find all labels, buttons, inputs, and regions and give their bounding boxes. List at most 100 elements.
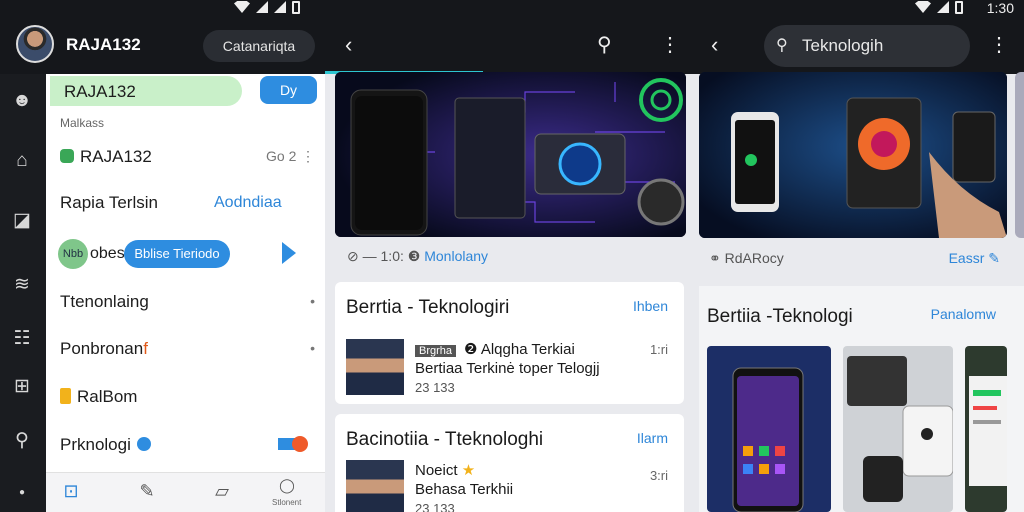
navigation-drawer: RAJA132 Dy Malkass RAJA132 Go 2 ⋮ Rapia …	[46, 74, 325, 512]
card-line2: Behasa Terkhii	[415, 481, 514, 498]
news-card[interactable]: Bacinotiia - Tteknologhi Ilarm Noeict ★ …	[335, 414, 684, 512]
wifi-icon	[234, 1, 250, 13]
category-pill[interactable]: Catanariqta	[203, 30, 315, 62]
hero-source-link[interactable]: Eassr ✎	[949, 250, 1000, 267]
avatar[interactable]	[16, 25, 54, 63]
right-top-bar: 1:30 ‹ ⚲ Teknologih ⋮	[697, 0, 1024, 74]
edit-icon[interactable]: ◪	[11, 210, 33, 232]
card-title: Berrtia - Teknologiri	[346, 297, 510, 318]
drawer-header-button[interactable]: Dy	[260, 76, 317, 104]
more-icon[interactable]: ⋮	[301, 148, 315, 165]
toggle-icon[interactable]	[278, 436, 310, 452]
left-top-bar: RAJA132 Catanariqta	[0, 0, 325, 74]
search-icon[interactable]: ⚲	[11, 430, 33, 452]
signal-icon	[256, 1, 268, 13]
card-tag: Brgrha	[415, 345, 457, 357]
card-thumbnail	[346, 460, 404, 512]
verified-icon	[136, 437, 151, 451]
compose-icon[interactable]: ⊡	[58, 481, 84, 503]
card-link[interactable]: Panalomw	[931, 306, 996, 322]
clock: 1:30	[986, 0, 1014, 16]
card-thumbnail[interactable]	[707, 346, 831, 512]
drawer-item-account[interactable]: RAJA132	[60, 147, 152, 167]
more-icon[interactable]: •	[310, 293, 315, 309]
drawer-item-ralbom[interactable]: RalBom	[60, 387, 137, 407]
battery-icon	[292, 0, 300, 14]
more-icon[interactable]: ⋮	[989, 32, 1009, 57]
search-input[interactable]: ⚲ Teknologih	[764, 25, 970, 67]
hero-image[interactable]	[699, 72, 1007, 238]
card-time: 3:ri	[649, 468, 668, 483]
account-count: Go 2	[266, 148, 297, 164]
pen-icon[interactable]: ✎	[134, 481, 160, 503]
hero-meta: ⚭ RdARocy	[709, 250, 784, 266]
info-icon: ❷	[464, 341, 481, 358]
globe-icon: ❸	[407, 248, 425, 264]
home-icon[interactable]: ⌂	[11, 150, 33, 172]
hero-illustration	[699, 72, 1007, 238]
chat-icon[interactable]: ◯	[274, 477, 300, 499]
battery-icon	[955, 0, 963, 14]
search-icon[interactable]: ⚲	[597, 32, 612, 57]
subscribe-avatar: Nbb	[58, 239, 88, 269]
more-icon[interactable]: ⋮	[660, 32, 680, 57]
card-line1: Noeict ★	[415, 462, 476, 479]
hero-illustration	[335, 72, 686, 237]
card-thumbnail[interactable]	[965, 346, 1007, 512]
drawer-header[interactable]: RAJA132	[50, 76, 242, 106]
card-link[interactable]: Ihben	[633, 298, 668, 314]
card-thumbnail[interactable]	[843, 346, 953, 512]
list-icon[interactable]: ☷	[11, 328, 33, 350]
hero-image-next[interactable]	[1015, 72, 1024, 238]
document-image	[965, 346, 1007, 512]
emoji-icon[interactable]: ☻	[11, 90, 33, 112]
subscribe-label: obes	[90, 245, 125, 262]
account-icon	[60, 149, 74, 163]
drawer-item-prknologi[interactable]: Prknologi	[60, 435, 151, 455]
hero-meta: ⊘ — 1:0: ❸ Monlolany	[347, 248, 489, 264]
card-link[interactable]: Ilarm	[637, 430, 668, 446]
signal-icon	[274, 1, 286, 13]
back-icon[interactable]: ‹	[711, 32, 718, 58]
phone-image	[707, 346, 831, 512]
more-icon[interactable]: •	[310, 340, 315, 356]
grid-icon[interactable]: ⊞	[11, 376, 33, 398]
card-time: 1:ri	[649, 342, 668, 357]
username: RAJA132	[66, 35, 141, 54]
news-card[interactable]: Berrtia - Teknologiri Ihben Brgrha ❷ Alqg…	[335, 282, 684, 404]
back-icon[interactable]: ‹	[345, 32, 352, 58]
middle-top-bar: ‹ ⚲ ⋮	[325, 0, 697, 74]
drawer-item-tech[interactable]: Ttenonlaing	[60, 292, 149, 312]
card-thumbnail	[346, 339, 404, 395]
bookmark-icon	[60, 388, 71, 404]
layers-icon[interactable]: ≋	[11, 274, 33, 296]
star-icon: ★	[457, 462, 476, 479]
link-icon: ⚭	[709, 250, 725, 266]
card-title: Bacinotiia - Tteknologhi	[346, 429, 544, 450]
right-panel: 1:30 ‹ ⚲ Teknologih ⋮ ⚭ RdARocy Eassr ✎ …	[697, 0, 1024, 512]
drawer-item-latest[interactable]: Rapia Terlsin	[60, 193, 158, 213]
news-card[interactable]: Bertiia -Teknologi Panalomw	[699, 286, 1024, 512]
left-panel: RAJA132 Catanariqta ☻ ⌂ ◪ ≋ ☷ ⊞ ⚲ ● RAJA…	[0, 0, 325, 512]
card-line3: 23 133	[415, 501, 455, 512]
wifi-icon	[915, 1, 931, 13]
signal-icon	[937, 1, 949, 13]
card-line1: Brgrha ❷ Alqgha Terkiai	[415, 340, 575, 358]
nav-label: Stlonent	[272, 498, 302, 507]
card-title: Bertiia -Teknologi	[707, 306, 853, 327]
pen-icon: ✎	[984, 250, 1000, 266]
drawer-section-label: Malkass	[60, 116, 105, 130]
side-rail: ☻ ⌂ ◪ ≋ ☷ ⊞ ⚲ ●	[0, 74, 46, 512]
hero-image[interactable]	[335, 72, 686, 237]
card-line2: Bertiaa Terkinė toper Telogjj	[415, 360, 600, 377]
status-bar-icons	[234, 0, 300, 14]
subscribe-chip[interactable]: Bblise Tieriodo	[124, 240, 230, 268]
hero-source-link[interactable]: Monlolany	[424, 248, 488, 264]
play-icon[interactable]	[282, 242, 296, 264]
map-icon[interactable]: ▱	[209, 481, 235, 503]
search-icon: ⚲	[776, 37, 788, 54]
drawer-item-pon[interactable]: Ponbronanf	[60, 339, 148, 359]
status-bar-icons	[915, 0, 963, 14]
latest-link[interactable]: Aodndiaa	[214, 194, 282, 212]
dot-icon: ●	[18, 487, 26, 498]
